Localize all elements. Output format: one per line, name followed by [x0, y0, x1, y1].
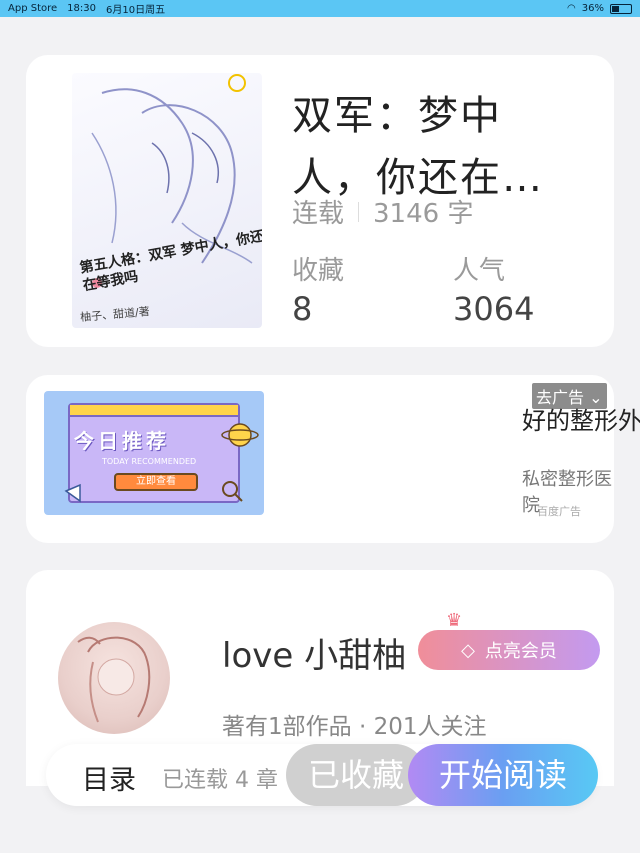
avatar[interactable] [58, 622, 170, 734]
ad-headline: 好的整形外 [522, 407, 640, 435]
start-reading-button[interactable]: 开始阅读 [408, 744, 598, 806]
toc-button[interactable]: 目录 [82, 758, 136, 797]
word-count: 3146 字 [373, 199, 474, 229]
author-meta: 著有1部作品 · 201人关注 [222, 714, 487, 740]
author-name[interactable]: love 小甜柚 [222, 628, 406, 677]
updated-chapters: 已连载 4 章 [162, 768, 278, 793]
bottom-action-bar: 目录 已连载 4 章 已收藏 开始阅读 [46, 744, 598, 806]
book-cover[interactable]: 第五人格：双军 梦中人，你还在等我吗 柚子、甜道/著 [72, 73, 262, 328]
status-date: 6月10日周五 [105, 5, 166, 16]
popularity-label: 人气 [453, 256, 506, 286]
vip-button[interactable]: ♛ ◇ 点亮会员 [418, 610, 600, 670]
crown-icon: ♛ [446, 610, 463, 631]
status-time: 18:30 [67, 3, 96, 14]
ad-source: 百度广告 [537, 505, 581, 518]
book-title: 双军：梦中人，你还在… [292, 93, 544, 201]
battery-icon [610, 3, 632, 14]
serial-status: 连载 [292, 199, 345, 229]
wifi-icon: ◠ [567, 3, 576, 14]
avatar-illustration [77, 636, 151, 723]
vip-label: 点亮会员 [484, 641, 557, 662]
book-status-line: 连载 3146 字 [292, 193, 473, 230]
battery-percent: 36% [581, 3, 604, 14]
status-bar: App Store 18:30 6月10日周五 ◠ 36% [0, 0, 640, 17]
diamond-icon: ◇ [461, 639, 475, 661]
planet-icon [64, 423, 259, 503]
ad-card[interactable]: 今日推荐 TODAY RECOMMENDED 立即查看 去广告 ⌄ 好的整形外 … [26, 375, 640, 543]
popularity-value: 3064 [453, 290, 535, 328]
collected-button[interactable]: 已收藏 [286, 744, 426, 806]
divider [358, 201, 360, 222]
ad-image[interactable]: 今日推荐 TODAY RECOMMENDED 立即查看 [44, 391, 264, 515]
back-to-app-link[interactable]: App Store [8, 3, 57, 14]
favorites-label: 收藏 [292, 256, 345, 286]
favorites-value: 8 [292, 290, 313, 328]
book-info-card: 第五人格：双军 梦中人，你还在等我吗 柚子、甜道/著 双军：梦中人，你还在… 连… [26, 55, 614, 347]
